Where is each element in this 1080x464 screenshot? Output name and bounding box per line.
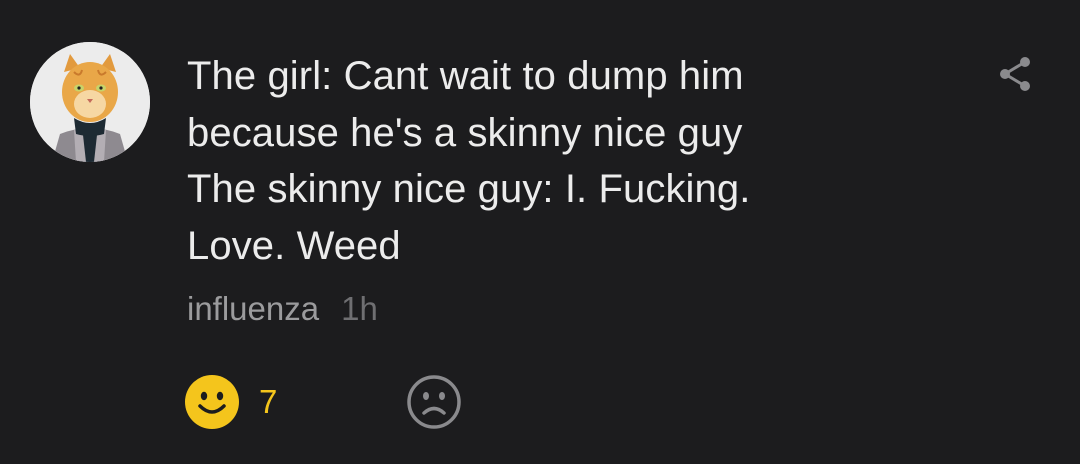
avatar[interactable] (30, 42, 150, 162)
timestamp: 1h (341, 290, 378, 327)
like-count: 7 (259, 383, 278, 420)
sad-face-icon (407, 375, 461, 429)
comment-meta: influenza 1h (187, 290, 378, 328)
author-name[interactable]: influenza (187, 290, 319, 328)
comment-card: The girl: Cant wait to dump him because … (0, 0, 1080, 464)
cat-portrait-avatar (30, 42, 150, 162)
like-button[interactable] (184, 374, 240, 430)
comment-text: The girl: Cant wait to dump him because … (187, 54, 751, 268)
smiley-face-icon (185, 375, 239, 429)
share-icon (1000, 57, 1030, 91)
dislike-button[interactable] (406, 374, 462, 430)
share-button[interactable] (996, 54, 1036, 94)
